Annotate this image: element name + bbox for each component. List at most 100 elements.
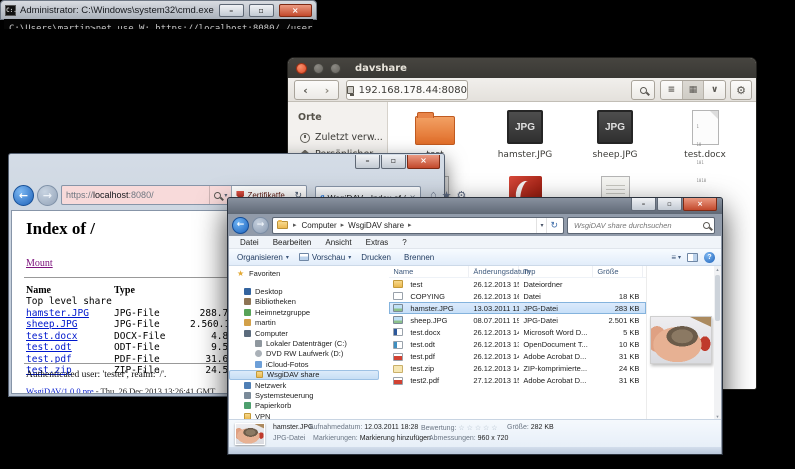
close-button[interactable]	[296, 63, 307, 74]
gear-menu-button[interactable]: ⚙	[730, 80, 752, 100]
refresh-icon[interactable]: ↻	[546, 218, 561, 233]
back-button[interactable]: ←	[13, 185, 34, 206]
sidebar-tree-item[interactable]: Systemsteuerung	[229, 390, 389, 400]
sidebar-tree-item[interactable]: DVD RW Laufwerk (D:)	[229, 349, 389, 359]
file-row[interactable]: test2.pdf 27.12.2013 15:10 Adobe Acrobat…	[389, 375, 646, 387]
toolbar-button[interactable]: Brennen	[402, 253, 445, 262]
sidebar-tree-item[interactable]: Bibliotheken	[229, 297, 389, 307]
image-preview-thumbnail[interactable]	[650, 316, 712, 364]
file-item[interactable]: sheep.JPG	[570, 104, 660, 170]
file-row[interactable]: test 26.12.2013 15:21 Dateiordner	[389, 278, 646, 290]
file-size: 24 KB	[593, 364, 643, 373]
search-icon	[703, 222, 710, 229]
help-button[interactable]: ?	[704, 252, 715, 263]
breadcrumb-item[interactable]: Computer	[299, 221, 346, 230]
minimize-button[interactable]	[313, 63, 324, 74]
file-link[interactable]: hamster.JPG	[26, 308, 114, 320]
file-row[interactable]: test.zip 26.12.2013 14:27 ZIP-komprimier…	[389, 363, 646, 375]
search-box[interactable]	[567, 217, 715, 234]
mount-link[interactable]: Mount	[26, 258, 53, 269]
back-button[interactable]: ‹	[294, 80, 317, 100]
file-row[interactable]: test.docx 26.12.2013 14:26 Microsoft Wor…	[389, 326, 646, 338]
menu-item[interactable]: Extras	[359, 238, 396, 247]
sidebar-tree-item[interactable]: Computer	[229, 328, 389, 338]
maximize-button[interactable]: ▫	[249, 4, 274, 17]
forward-button[interactable]: →	[37, 185, 58, 206]
close-button[interactable]: ×	[279, 4, 312, 17]
menu-item[interactable]: ?	[395, 238, 413, 247]
search-button[interactable]	[631, 80, 655, 100]
file-link[interactable]: test.odt	[26, 342, 114, 354]
search-input[interactable]	[572, 220, 703, 231]
cmd-window: C:. Administrator: C:\Windows\system32\c…	[0, 0, 317, 20]
column-header-date[interactable]: Änderungsdatum	[469, 266, 519, 277]
scroll-up-icon[interactable]: ▲	[714, 266, 721, 274]
sidebar-tree-item[interactable]: Netzwerk	[229, 380, 389, 390]
column-header-name[interactable]: Name	[389, 266, 469, 277]
file-row[interactable]: test.odt 26.12.2013 13:55 OpenDocument T…	[389, 338, 646, 350]
column-header-type[interactable]: Typ	[519, 266, 593, 277]
toolbar-button[interactable]: Vorschau ▾	[297, 253, 359, 262]
file-row[interactable]: COPYING 26.12.2013 16:22 Datei 18 KB	[389, 290, 646, 302]
breadcrumb[interactable]: ▸ Computer WsgiDAV share ▾ ↻	[272, 217, 564, 234]
maximize-button[interactable]	[330, 63, 341, 74]
file-link[interactable]: test.docx	[26, 331, 114, 343]
file-row[interactable]: test.pdf 26.12.2013 14:19 Adobe Acrobat …	[389, 351, 646, 363]
toolbar-button[interactable]: Organisieren ▾	[235, 253, 297, 262]
sidebar-tree-item[interactable]: iCloud-Fotos	[229, 359, 389, 369]
grid-view-button[interactable]: ▦	[682, 81, 704, 99]
file-item[interactable]: test.docx	[660, 104, 750, 170]
sidebar-tree-item[interactable]: martin	[229, 318, 389, 328]
column-header-size[interactable]: Größe	[593, 266, 643, 277]
sidebar-tree-item[interactable]: WsgiDAV share	[229, 370, 379, 380]
file-date: 26.12.2013 14:26	[469, 328, 519, 337]
file-type-icon	[393, 292, 403, 300]
sidebar-item-label: iCloud-Fotos	[266, 360, 309, 369]
minimize-button[interactable]: –	[219, 4, 244, 17]
sidebar-tree-item[interactable]: Heimnetzgruppe	[229, 307, 389, 317]
menu-item[interactable]: Ansicht	[318, 238, 358, 247]
file-item[interactable]: hamster.JPG	[480, 104, 570, 170]
scrollbar[interactable]: ▲ ▼	[714, 266, 721, 421]
tags-add-link[interactable]: Markierung hinzufügen	[360, 435, 431, 442]
file-row[interactable]: sheep.JPG 08.07.2011 19:53 JPG-Datei 2.5…	[389, 314, 646, 326]
rating-label: Bewertung:	[421, 425, 456, 432]
terminal-line: C:\Users\martin>net use W: https://local…	[9, 24, 308, 29]
change-view-button[interactable]: ≡ ▾	[671, 253, 681, 262]
address-dropdown-icon[interactable]: ▾	[536, 218, 546, 233]
breadcrumb-arrow-icon: ▸	[291, 221, 299, 229]
forward-button[interactable]: ›	[316, 80, 339, 100]
taken-date-label: Aufnahmedatum:	[309, 424, 362, 431]
list-view-button[interactable]: ≡	[661, 81, 682, 99]
scrollbar-thumb[interactable]	[715, 275, 720, 321]
maximize-button[interactable]: ▫	[657, 198, 682, 211]
toolbar-button[interactable]: Drucken	[359, 253, 402, 262]
location-button[interactable]: 192.168.178.44:8080	[346, 80, 468, 100]
minimize-button[interactable]: –	[631, 198, 656, 211]
menu-item[interactable]: Bearbeiten	[266, 238, 319, 247]
wsgidav-version-link[interactable]: WsgiDAV/1.0.0.pre	[26, 386, 94, 394]
sidebar-tree-item[interactable]: Desktop	[229, 286, 389, 296]
sidebar-item-icon	[244, 319, 251, 326]
sidebar-item-icon	[244, 298, 251, 305]
back-button[interactable]: ←	[232, 217, 249, 234]
sidebar-tree-item[interactable]: Favoriten	[229, 268, 389, 278]
preview-pane-toggle[interactable]	[687, 253, 698, 262]
rating-stars[interactable]: ☆ ☆ ☆ ☆ ☆	[458, 425, 497, 432]
sidebar-item[interactable]: Zuletzt verw...	[288, 129, 387, 146]
close-button[interactable]: ×	[683, 198, 717, 211]
explorer-content: Favoriten Desktop Bibliotheken Heimnetzg…	[229, 266, 721, 421]
file-type: Microsoft Word D...	[519, 328, 593, 337]
sidebar-tree-item[interactable]: Lokaler Datenträger (C:)	[229, 338, 389, 348]
sidebar-tree-item[interactable]: Papierkorb	[229, 401, 389, 411]
file-link[interactable]: sheep.JPG	[26, 319, 114, 331]
file-row[interactable]: hamster.JPG 13.03.2011 11:13 JPG-Datei 2…	[389, 302, 646, 314]
forward-button[interactable]: →	[252, 217, 269, 234]
close-button[interactable]: ×	[407, 155, 440, 169]
menu-item[interactable]: Datei	[233, 238, 266, 247]
view-options-chevron[interactable]: ∨	[703, 81, 725, 99]
maximize-button[interactable]: ▫	[381, 155, 406, 169]
file-date: 13.03.2011 11:13	[469, 304, 519, 313]
minimize-button[interactable]: –	[355, 155, 380, 169]
breadcrumb-item[interactable]: WsgiDAV share	[345, 221, 412, 230]
